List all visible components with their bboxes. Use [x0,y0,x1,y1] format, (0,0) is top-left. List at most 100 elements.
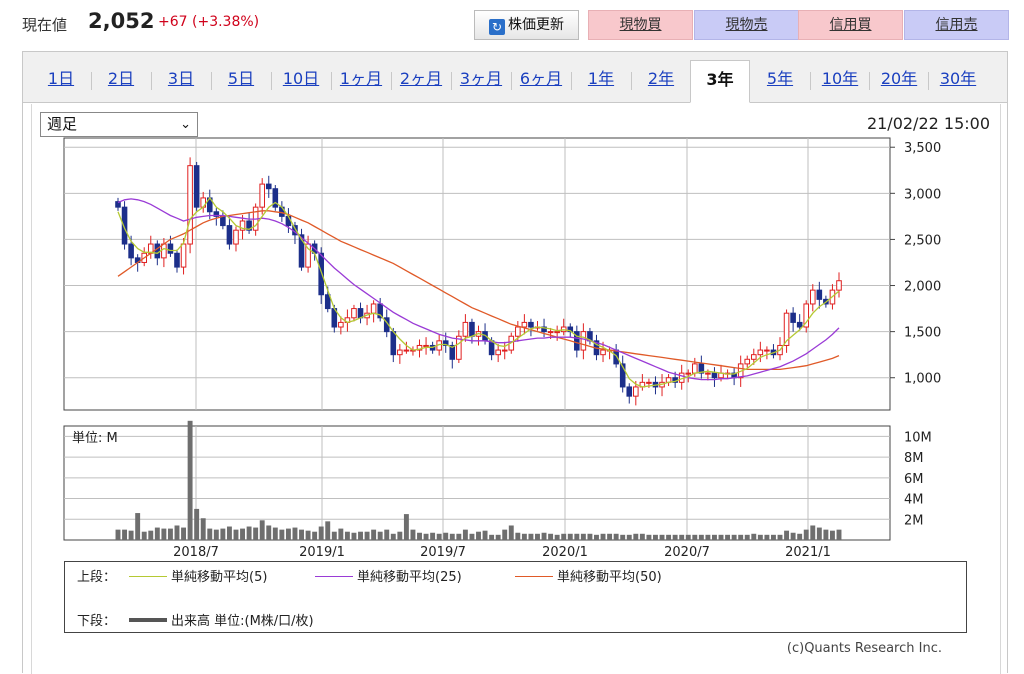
candle [338,321,344,328]
volume-bar [626,534,632,540]
volume-tick-label: 8M [904,451,924,466]
volume-bar [489,534,495,540]
volume-bar [154,527,160,540]
volume-bar [423,533,429,540]
volume-bar [187,420,193,540]
candle [515,326,521,337]
volume-bar [417,532,422,540]
volume-bar [253,527,259,540]
volume-bar [462,529,468,540]
candle [600,349,606,356]
volume-bar [259,520,265,540]
volume-bar [823,529,829,540]
volume-bar [279,529,285,540]
volume-bar [482,530,488,540]
x-tick-label: 2021/1 [785,545,831,560]
volume-bar [285,528,291,540]
candle [626,386,633,397]
volume-bar [174,525,180,540]
price-tick-label: 2,000 [904,280,941,295]
volume-bar [135,513,141,540]
volume-bar [213,529,219,540]
candle [128,243,134,259]
candle [180,243,187,268]
legend-ma25-label: 単純移動平均(25) [357,570,462,585]
volume-bar [495,534,501,540]
candle [554,331,560,334]
legend-lower-label: 下段： [77,614,117,629]
volume-bar [403,514,409,540]
volume-bar [810,525,816,540]
volume-bar [757,534,763,540]
candle [265,183,272,190]
volume-bar [443,532,449,540]
candle [488,340,495,356]
volume-bar [181,527,187,540]
volume-bar [541,532,547,540]
volume-bar [312,531,318,540]
volume-bar [272,527,278,540]
volume-bar [685,534,691,540]
volume-tick-label: 4M [904,493,924,508]
candle [226,225,233,245]
volume-bar [397,531,403,540]
volume-bar [725,534,731,540]
candle [816,289,823,300]
volume-bar [476,531,481,540]
volume-bar [712,534,717,540]
volume-bar [371,529,377,540]
volume-bar [167,528,173,540]
volume-bar [659,534,665,540]
volume-bar [633,533,639,540]
candle [744,358,751,365]
candle [174,252,180,268]
volume-bar [508,525,514,540]
volume-bar [266,525,272,540]
volume-bar [318,526,324,540]
volume-tick-label: 6M [904,472,924,487]
legend-lower-row: 下段： 出来高 単位:(M株/口/枚) [77,610,947,629]
volume-unit-label: 単位: M [72,430,118,446]
volume-bar [679,534,685,540]
volume-bar [594,534,599,540]
volume-bar [226,526,232,540]
volume-bar [731,534,737,540]
legend-ma5: 単純移動平均(5) [129,566,267,585]
volume-bar [246,526,252,540]
volume-tick-label: 10M [904,430,932,445]
candle [233,229,239,245]
volume-bar [816,527,822,540]
volume-bar [325,521,331,540]
candle [423,344,429,347]
volume-bar [220,528,226,540]
candle [796,321,803,328]
x-tick-label: 2019/7 [420,545,466,560]
candle [501,349,508,352]
volume-bar [161,528,167,540]
candle [809,289,816,305]
legend-ma50: 単純移動平均(50) [515,566,662,585]
legend-ma5-label: 単純移動平均(5) [171,570,268,585]
volume-bar [705,534,711,540]
volume-bar [194,508,200,540]
volume-tick-label: 2M [904,513,924,528]
candle [351,308,357,319]
volume-bar [548,533,554,540]
volume-bar [292,527,298,540]
legend-ma50-swatch [515,576,553,577]
volume-bar [836,529,842,540]
volume-bar [607,533,613,540]
candle [790,312,796,323]
x-tick-label: 2018/7 [173,545,219,560]
legend-ma50-label: 単純移動平均(50) [557,570,662,585]
candle [764,349,770,352]
volume-bar [384,529,390,540]
volume-bar [410,529,416,540]
x-tick-label: 2019/1 [299,545,345,560]
legend-volume-swatch [129,618,167,622]
volume-bar [646,534,652,540]
volume-bar [574,533,580,540]
x-tick-label: 2020/7 [664,545,710,560]
candle [692,363,698,374]
volume-bar [580,533,586,540]
